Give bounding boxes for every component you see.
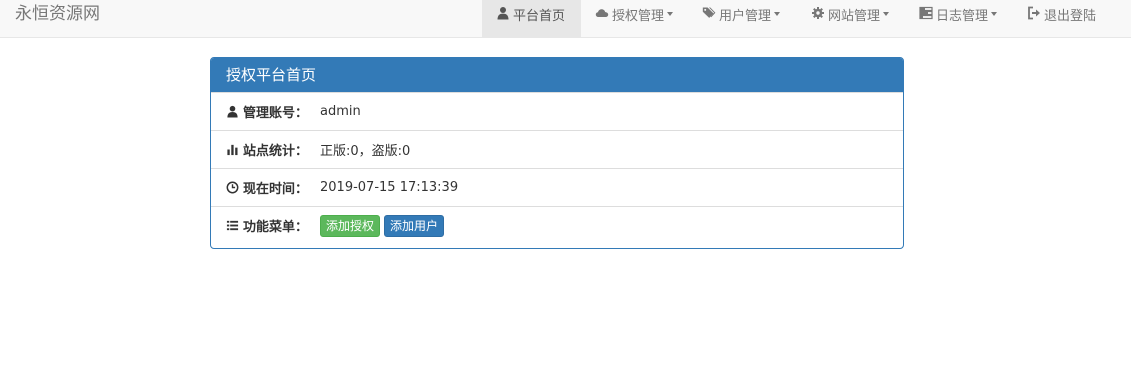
nav-item-auth-management[interactable]: 授权管理 bbox=[581, 0, 688, 37]
nav-item-home[interactable]: 平台首页 bbox=[482, 0, 581, 37]
site-stats-label: 站点统计： bbox=[243, 144, 309, 159]
function-menu-row: 功能菜单： 添加授权 添加用户 bbox=[211, 206, 903, 244]
clock-icon bbox=[226, 181, 239, 194]
dashboard-panel: 授权平台首页 管理账号： admin 站点统计： 正版:0，盗版:0 现在时间：… bbox=[210, 57, 904, 249]
site-stats-value: 正版:0，盗版:0 bbox=[320, 144, 411, 159]
caret-down-icon bbox=[667, 12, 674, 16]
function-menu-label: 功能菜单： bbox=[243, 220, 309, 235]
admin-account-value: admin bbox=[320, 104, 361, 119]
nav-item-logout[interactable]: 退出登陆 bbox=[1013, 0, 1113, 37]
bar-chart-icon bbox=[226, 143, 239, 156]
current-time-value: 2019-07-15 17:13:39 bbox=[320, 180, 459, 195]
caret-down-icon bbox=[991, 12, 998, 16]
top-navbar: 永恒资源网 平台首页 授权管理 用户管理 网站管理 日志管理 退出登陆 bbox=[0, 0, 1131, 38]
nav-item-label: 用户管理 bbox=[719, 9, 772, 24]
nav-item-label: 网站管理 bbox=[828, 9, 881, 24]
current-time-label: 现在时间： bbox=[243, 182, 309, 197]
nav-item-label: 平台首页 bbox=[513, 9, 566, 24]
nav-item-site-management[interactable]: 网站管理 bbox=[797, 0, 905, 37]
gear-icon bbox=[811, 6, 825, 20]
nav-item-log-management[interactable]: 日志管理 bbox=[905, 0, 1013, 37]
nav-item-label: 日志管理 bbox=[936, 9, 989, 24]
admin-account-label: 管理账号： bbox=[243, 106, 309, 121]
tags-icon bbox=[702, 6, 716, 20]
add-auth-button[interactable]: 添加授权 bbox=[320, 214, 381, 237]
caret-down-icon bbox=[774, 12, 781, 16]
user-icon bbox=[496, 6, 510, 20]
list-icon bbox=[226, 219, 239, 232]
site-stats-row: 站点统计： 正版:0，盗版:0 bbox=[211, 130, 903, 168]
panel-title: 授权平台首页 bbox=[211, 58, 903, 92]
nav-menu: 平台首页 授权管理 用户管理 网站管理 日志管理 退出登陆 bbox=[482, 0, 1113, 37]
logout-icon bbox=[1027, 6, 1041, 20]
nav-item-label: 退出登陆 bbox=[1044, 9, 1097, 24]
cloud-icon bbox=[595, 6, 609, 20]
nav-item-label: 授权管理 bbox=[612, 9, 665, 24]
current-time-row: 现在时间： 2019-07-15 17:13:39 bbox=[211, 168, 903, 206]
tasks-icon bbox=[919, 6, 933, 20]
caret-down-icon bbox=[883, 12, 890, 16]
add-user-button[interactable]: 添加用户 bbox=[384, 214, 445, 237]
admin-account-row: 管理账号： admin bbox=[211, 92, 903, 130]
brand-link[interactable]: 永恒资源网 bbox=[15, 2, 100, 26]
user-icon bbox=[226, 105, 239, 118]
nav-item-user-management[interactable]: 用户管理 bbox=[688, 0, 797, 37]
